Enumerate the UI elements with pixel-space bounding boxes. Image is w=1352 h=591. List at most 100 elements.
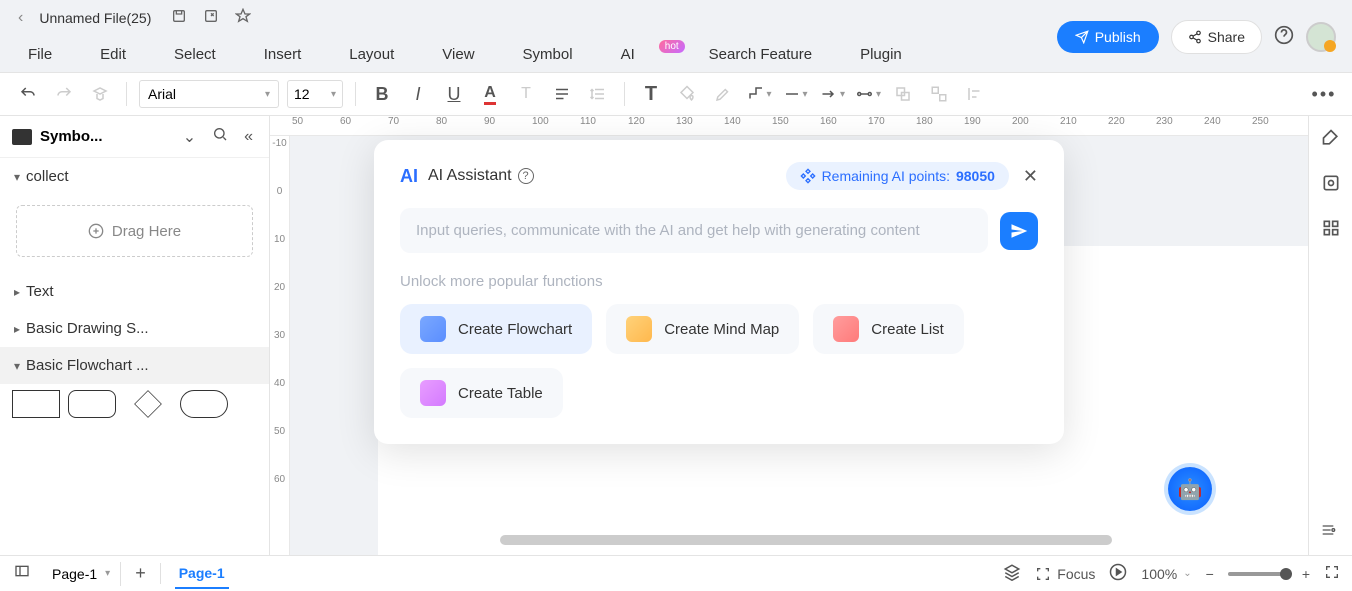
points-icon <box>800 168 816 184</box>
group-icon[interactable] <box>889 80 917 108</box>
export-icon[interactable] <box>203 8 219 29</box>
line-spacing-icon[interactable] <box>584 80 612 108</box>
star-icon[interactable] <box>235 8 251 29</box>
menu-layout[interactable]: Layout <box>349 46 394 63</box>
horizontal-scrollbar[interactable] <box>500 535 1112 545</box>
sidebar-section-text[interactable]: ▸Text <box>0 273 269 310</box>
bold-icon[interactable]: B <box>368 80 396 108</box>
symbols-icon <box>12 129 32 145</box>
shape-diamond[interactable] <box>134 390 162 418</box>
font-select[interactable]: Arial▾ <box>139 80 279 108</box>
shape-terminator[interactable] <box>180 390 228 418</box>
ai-card-table[interactable]: Create Table <box>400 368 563 418</box>
sidebar-section-basic-flowchart[interactable]: ▾Basic Flowchart ... <box>0 347 269 384</box>
zoom-out-icon[interactable]: − <box>1206 566 1214 582</box>
properties-icon[interactable] <box>1321 173 1341 198</box>
menu-search[interactable]: Search Feature <box>709 46 812 63</box>
fullscreen-icon[interactable] <box>1324 564 1340 583</box>
sidebar: Symbo... ⌄ « ▾collect Drag Here ▸Text ▸B… <box>0 116 270 555</box>
ungroup-icon[interactable] <box>925 80 953 108</box>
ai-input[interactable]: Input queries, communicate with the AI a… <box>400 208 988 253</box>
ai-subtitle: Unlock more popular functions <box>400 273 1038 290</box>
text-tool-icon[interactable]: T <box>637 80 665 108</box>
shape-rounded[interactable] <box>68 390 116 418</box>
menu-file[interactable]: File <box>28 46 52 63</box>
page-layout-icon[interactable] <box>12 563 32 584</box>
menu-insert[interactable]: Insert <box>264 46 302 63</box>
layers-icon[interactable] <box>1003 563 1021 584</box>
zoom-in-icon[interactable]: + <box>1302 566 1310 582</box>
search-icon[interactable] <box>208 126 232 147</box>
pen-icon[interactable] <box>709 80 737 108</box>
format-painter-icon[interactable] <box>86 80 114 108</box>
grid-icon[interactable] <box>1321 218 1341 243</box>
ai-card-flowchart[interactable]: Create Flowchart <box>400 304 592 354</box>
ai-points-badge[interactable]: Remaining AI points: 98050 <box>786 162 1009 190</box>
line-endpoints-icon[interactable]: ▾ <box>853 80 881 108</box>
list-icon <box>833 316 859 342</box>
align-objects-icon[interactable] <box>961 80 989 108</box>
connector-icon[interactable]: ▾ <box>745 80 773 108</box>
outline-icon[interactable] <box>1318 522 1338 543</box>
text-size-icon[interactable]: T <box>512 80 540 108</box>
close-icon[interactable]: ✕ <box>1023 166 1038 187</box>
ai-float-button[interactable]: 🤖 <box>1168 467 1212 511</box>
ai-card-mindmap[interactable]: Create Mind Map <box>606 304 799 354</box>
chevron-down-icon: ▾ <box>265 89 270 100</box>
menu-symbol[interactable]: Symbol <box>523 46 573 63</box>
ai-card-list[interactable]: Create List <box>813 304 964 354</box>
sidebar-title: Symbo... <box>40 128 171 145</box>
more-icon[interactable]: ••• <box>1310 80 1338 108</box>
send-icon <box>1010 222 1028 240</box>
filename[interactable]: Unnamed File(25) <box>39 10 151 26</box>
font-size-select[interactable]: 12▾ <box>287 80 343 108</box>
focus-button[interactable]: Focus <box>1035 566 1095 582</box>
fill-tool-icon[interactable] <box>1321 128 1341 153</box>
save-icon[interactable] <box>171 8 187 29</box>
ai-help-icon[interactable]: ? <box>518 168 534 184</box>
expand-icon[interactable]: ⌄ <box>179 127 200 147</box>
flowchart-icon <box>420 316 446 342</box>
shape-palette <box>0 384 269 424</box>
help-icon[interactable] <box>1274 25 1294 50</box>
redo-icon[interactable] <box>50 80 78 108</box>
italic-icon[interactable]: I <box>404 80 432 108</box>
zoom-slider[interactable] <box>1228 572 1288 576</box>
play-icon[interactable] <box>1109 563 1127 584</box>
ai-send-button[interactable] <box>1000 212 1038 250</box>
underline-icon[interactable]: U <box>440 80 468 108</box>
share-button[interactable]: Share <box>1171 20 1262 54</box>
align-icon[interactable] <box>548 80 576 108</box>
ruler-vertical: -100102030405060 <box>270 136 290 555</box>
back-icon[interactable]: ‹ <box>10 9 31 27</box>
menu-plugin[interactable]: Plugin <box>860 46 902 63</box>
line-style-icon[interactable]: ▾ <box>781 80 809 108</box>
ai-assistant-panel: AI AI Assistant ? Remaining AI points: 9… <box>374 140 1064 444</box>
sidebar-section-collect[interactable]: ▾collect <box>0 158 269 195</box>
chevron-down-icon: ▾ <box>331 89 336 100</box>
undo-icon[interactable] <box>14 80 42 108</box>
shape-rectangle[interactable] <box>12 390 60 418</box>
statusbar: Page-1▾ + Page-1 Focus 100%⌄ − + <box>0 555 1352 591</box>
menu-edit[interactable]: Edit <box>100 46 126 63</box>
arrow-style-icon[interactable]: ▾ <box>817 80 845 108</box>
collapse-icon[interactable]: « <box>240 128 257 146</box>
text-color-icon[interactable]: A <box>476 80 504 108</box>
send-icon <box>1075 30 1089 44</box>
sidebar-section-basic-drawing[interactable]: ▸Basic Drawing S... <box>0 310 269 347</box>
menu-select[interactable]: Select <box>174 46 216 63</box>
page-tab[interactable]: Page-1 <box>175 559 229 589</box>
share-label: Share <box>1208 29 1245 45</box>
menu-view[interactable]: View <box>442 46 474 63</box>
hot-badge: hot <box>659 40 685 53</box>
add-page-button[interactable]: + <box>121 563 161 584</box>
menu-ai[interactable]: AIhot <box>621 46 661 63</box>
mindmap-icon <box>626 316 652 342</box>
publish-button[interactable]: Publish <box>1057 21 1159 53</box>
avatar[interactable] <box>1306 22 1336 52</box>
zoom-control[interactable]: 100%⌄ <box>1141 566 1191 582</box>
page-select[interactable]: Page-1▾ <box>42 562 121 586</box>
right-rail <box>1308 116 1352 555</box>
drag-here-box[interactable]: Drag Here <box>16 205 253 257</box>
fill-icon[interactable] <box>673 80 701 108</box>
